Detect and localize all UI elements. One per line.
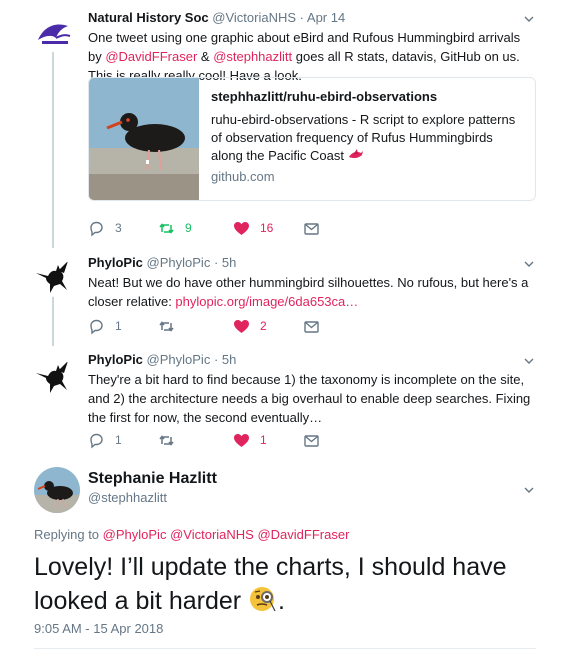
tweet-header: PhyloPic @PhyloPic · 5h (88, 352, 536, 368)
like-count: 1 (260, 433, 267, 447)
reply-icon (90, 221, 103, 236)
display-name[interactable]: Natural History Soc (88, 10, 209, 25)
like-button[interactable]: 1 (233, 431, 267, 449)
user-handle[interactable]: @VictoriaNHS (212, 10, 296, 25)
hummingbird-silhouette-icon (36, 361, 68, 393)
card-description: ruhu-ebird-observations - R script to ex… (211, 112, 516, 163)
chevron-down-icon[interactable] (522, 483, 536, 497)
mention-link[interactable]: @DavidFFraser (257, 527, 349, 542)
avatar[interactable] (34, 357, 74, 397)
reply-icon (90, 433, 103, 448)
tweet-text: Neat! But we do have other hummingbird s… (88, 275, 529, 309)
tweet-time[interactable]: · Apr 14 (300, 10, 346, 25)
retweet-icon (159, 434, 174, 446)
like-count: 2 (260, 319, 267, 333)
user-handle[interactable]: @stephhazlitt (88, 490, 167, 505)
replying-to: Replying to @PhyloPic @VictoriaNHS @Davi… (34, 527, 350, 542)
tweet[interactable]: PhyloPic @PhyloPic · 5h Neat! But we do … (0, 245, 572, 345)
tweet-text: They're a bit hard to find because 1) th… (88, 372, 531, 425)
tweet-time[interactable]: · 5h (214, 352, 236, 367)
like-count: 16 (260, 221, 274, 235)
heart-icon (234, 433, 249, 447)
retweet-button[interactable] (158, 317, 185, 335)
tweet[interactable]: Natural History Soc @VictoriaNHS · Apr 1… (0, 0, 572, 245)
chevron-down-icon[interactable] (522, 12, 536, 26)
like-button[interactable]: 2 (233, 317, 267, 335)
reply-count: 1 (115, 433, 122, 447)
tweet-time[interactable]: · 5h (214, 255, 236, 270)
chevron-down-icon[interactable] (522, 257, 536, 271)
oystercatcher-photo (89, 78, 199, 200)
reply-count: 1 (115, 319, 122, 333)
avatar[interactable] (34, 12, 74, 52)
heart-icon (234, 221, 249, 235)
retweet-count: 9 (185, 221, 192, 235)
tweet-timestamp[interactable]: 9:05 AM - 15 Apr 2018 (34, 621, 163, 636)
tweet[interactable]: PhyloPic @PhyloPic · 5h They're a bit ha… (0, 345, 572, 455)
face-with-monocle-icon (250, 587, 276, 612)
display-name[interactable]: PhyloPic (88, 255, 143, 270)
reply-icon (90, 319, 103, 334)
display-name[interactable]: Stephanie Hazlitt (88, 470, 217, 488)
divider (34, 648, 536, 649)
avatar[interactable] (34, 257, 74, 297)
tweet-text: Lovely! I’ll update the charts, I should… (34, 553, 507, 615)
mention-link[interactable]: @VictoriaNHS (170, 527, 254, 542)
retweet-icon (159, 222, 174, 234)
url-link[interactable]: phylopic.org/image/6da653ca… (175, 294, 358, 309)
user-handle[interactable]: @PhyloPic (147, 352, 211, 367)
direct-message-button[interactable] (303, 317, 330, 335)
link-card[interactable]: stephhazlitt/ruhu-ebird-observations ruh… (88, 77, 536, 201)
card-title[interactable]: stephhazlitt/ruhu-ebird-observations (211, 88, 525, 106)
tweet-header: PhyloPic @PhyloPic · 5h (88, 255, 536, 271)
direct-message-button[interactable] (303, 219, 330, 237)
retweet-icon (159, 320, 174, 332)
retweet-button[interactable]: 9 (158, 219, 192, 237)
mention-link[interactable]: @DavidFFraser (105, 49, 197, 64)
hummingbird-silhouette-icon (36, 261, 68, 293)
retweet-button[interactable] (158, 431, 185, 449)
card-domain: github.com (211, 169, 275, 184)
reply-button[interactable]: 3 (88, 219, 122, 237)
envelope-icon (304, 320, 319, 333)
user-handle[interactable]: @PhyloPic (147, 255, 211, 270)
reply-button[interactable]: 1 (88, 431, 122, 449)
tweet-header: Natural History Soc @VictoriaNHS · Apr 1… (88, 10, 536, 26)
bird-emoji-icon (348, 149, 363, 159)
direct-message-button[interactable] (303, 431, 330, 449)
reply-count: 3 (115, 221, 122, 235)
avatar[interactable] (34, 467, 80, 513)
heart-icon (234, 319, 249, 333)
mention-link[interactable]: @stephhazlitt (213, 49, 292, 64)
like-button[interactable]: 16 (233, 219, 273, 237)
envelope-icon (304, 434, 319, 447)
chevron-down-icon[interactable] (522, 354, 536, 368)
display-name[interactable]: PhyloPic (88, 352, 143, 367)
reply-button[interactable]: 1 (88, 317, 122, 335)
mention-link[interactable]: @PhyloPic (103, 527, 167, 542)
envelope-icon (304, 222, 319, 235)
